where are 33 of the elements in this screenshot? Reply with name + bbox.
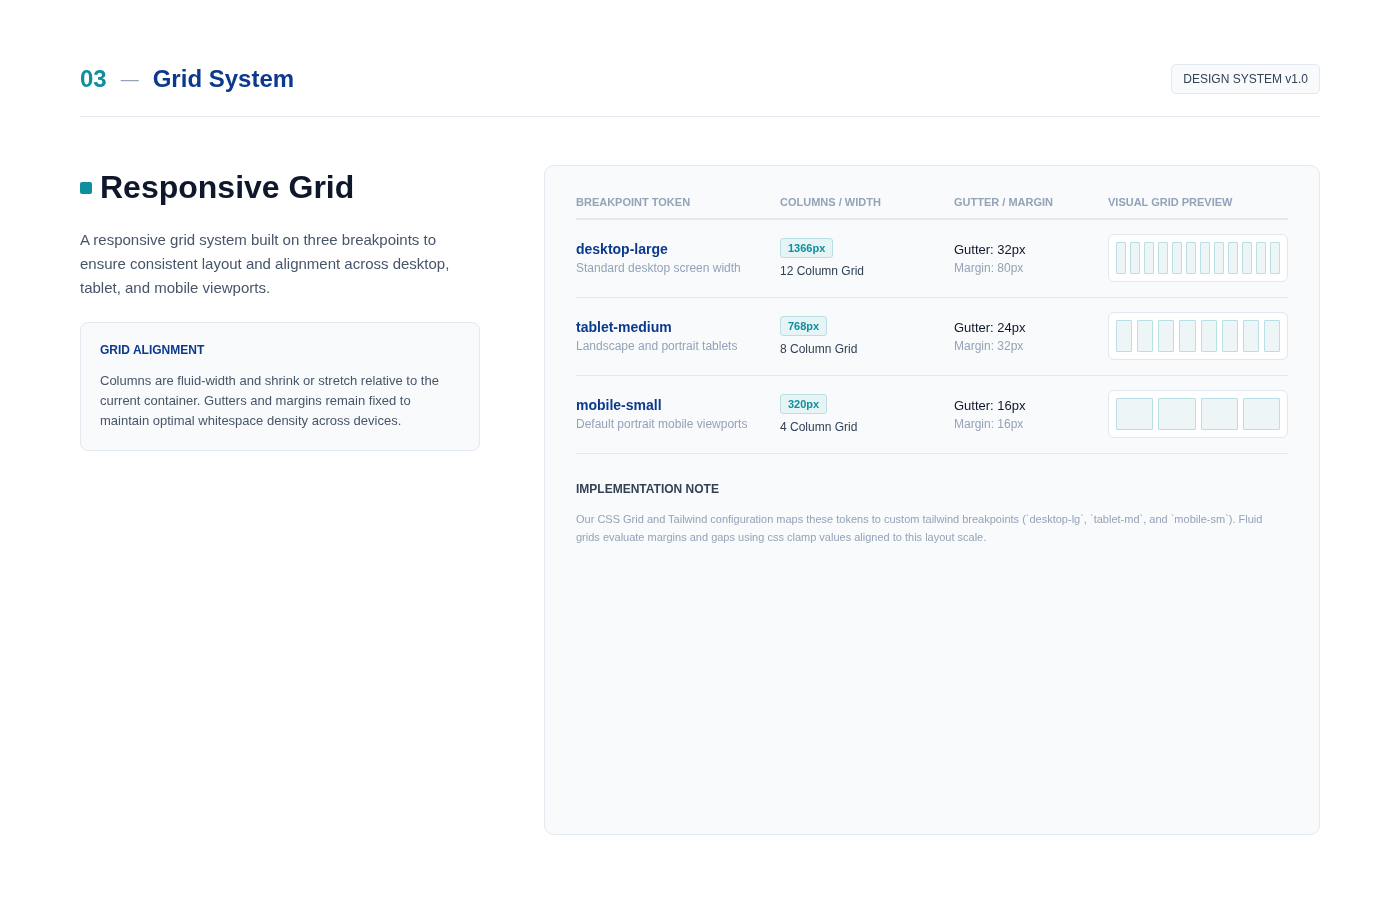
token-name: tablet-medium [576, 319, 672, 335]
gutter-value: Gutter: 16px [954, 397, 1026, 413]
column-header: VISUAL GRID PREVIEW [1108, 196, 1234, 208]
column-count: 4 Column Grid [780, 420, 858, 434]
gutter-value: Gutter: 32px [954, 241, 1026, 257]
column-header: GUTTER / MARGIN [954, 196, 1054, 208]
column-count: 8 Column Grid [780, 342, 858, 356]
column-count: 12 Column Grid [780, 264, 865, 278]
callout-title: GRID ALIGNMENT [100, 343, 206, 357]
margin-value: Margin: 80px [954, 260, 1024, 275]
note-title: IMPLEMENTATION NOTE [576, 482, 720, 496]
token-description: Default portrait mobile viewports [576, 417, 748, 431]
column-header: BREAKPOINT TOKEN [576, 196, 692, 208]
width-tag: 320px [780, 394, 828, 414]
page-title: Responsive Grid [100, 169, 355, 206]
token-name: mobile-small [576, 397, 662, 413]
width-tag: 768px [780, 316, 828, 336]
margin-value: Margin: 32px [954, 338, 1024, 353]
note-text: Our CSS Grid and Tailwind configuration maps these tokens to custom tailwind breakpoints (`desktop-lg`, `tablet-md`, and `mobile-sm`). Fluid grids evaluate margins and gaps using css clamp values aligned to this layout scale. [576, 512, 1264, 545]
width-tag: 1366px [780, 238, 834, 258]
section-number: 03 [80, 65, 107, 93]
intro-text: A responsive grid system built on three breakpoints to ensure consistent layout and alignment across desktop, tablet, and mobile viewports. [80, 230, 451, 298]
column-header: COLUMNS / WIDTH [780, 196, 882, 208]
version-badge: DESIGN SYSTEM v1.0 [1171, 64, 1320, 94]
section-title: Grid System [152, 65, 295, 93]
token-description: Landscape and portrait tablets [576, 339, 738, 353]
callout-text: Columns are fluid-width and shrink or stretch relative to the current container. Gutters and margins remain fixed to maintain optimal whitespace density across devices. [100, 372, 440, 430]
square-icon [80, 181, 92, 194]
margin-value: Margin: 16px [954, 416, 1024, 431]
token-description: Standard desktop screen width [576, 261, 741, 275]
dash: — [120, 68, 139, 90]
token-name: desktop-large [576, 241, 668, 257]
gutter-value: Gutter: 24px [954, 319, 1026, 335]
